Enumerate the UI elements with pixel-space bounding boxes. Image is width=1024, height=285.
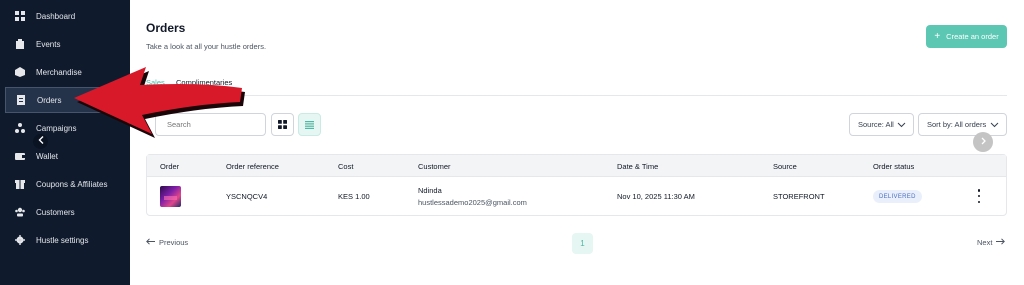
table-header: Order Order reference Cost Customer Date… (147, 155, 1006, 177)
search-input[interactable] (167, 120, 257, 129)
source-filter-value: Source: All (858, 120, 894, 129)
column-header: Cost (338, 162, 354, 171)
chevron-left-icon (38, 136, 44, 147)
source-filter-select[interactable]: Source: All (849, 113, 914, 136)
sidebar-item-label: Merchandise (36, 67, 82, 77)
sidebar-item-dashboard[interactable]: Dashboard (5, 3, 129, 29)
order-reference: YSCNQCV4 (226, 192, 268, 201)
sidebar-item-label: Hustle settings (36, 235, 89, 245)
chevron-right-icon (981, 137, 986, 148)
main-content: Orders Take a look at all your hustle or… (130, 0, 1024, 285)
sort-filter-value: Sort by: All orders (927, 120, 987, 129)
settings-icon (15, 235, 25, 245)
sidebar-item-hustle-settings[interactable]: Hustle settings (5, 227, 129, 253)
orders-table: Order Order reference Cost Customer Date… (146, 154, 1007, 216)
campaigns-icon (15, 123, 25, 133)
grid-icon (278, 116, 287, 134)
sidebar-item-label: Events (36, 39, 61, 49)
grid-view-button[interactable] (271, 113, 294, 136)
sort-filter-select[interactable]: Sort by: All orders (918, 113, 1007, 136)
column-header: Date & Time (617, 162, 659, 171)
customers-icon (15, 207, 25, 217)
tabs-divider (146, 95, 1007, 96)
list-icon (305, 116, 314, 134)
page-subtitle: Take a look at all your hustle orders. (146, 42, 267, 51)
sidebar-item-label: Wallet (36, 151, 58, 161)
order-source: STOREFRONT (773, 192, 825, 201)
coupons-icon (15, 179, 25, 189)
order-datetime: Nov 10, 2025 11:30 AM (617, 192, 695, 201)
sidebar-item-label: Campaigns (36, 123, 77, 133)
sidebar-item-campaigns[interactable]: Campaigns (5, 115, 129, 141)
page-1-button[interactable]: 1 (572, 233, 593, 254)
customer-name: Ndinda (418, 186, 442, 195)
search-box (155, 113, 266, 136)
next-page-button[interactable]: Next (977, 238, 1006, 247)
list-view-button[interactable] (298, 113, 321, 136)
column-header: Order status (873, 162, 915, 171)
tab-sales[interactable]: Sales (146, 78, 165, 87)
column-header: Order reference (226, 162, 279, 171)
merchandise-icon (15, 67, 25, 77)
page-title: Orders (146, 21, 186, 35)
sidebar-item-coupons-affiliates[interactable]: Coupons & Affiliates (5, 171, 129, 197)
column-header: Customer (418, 162, 451, 171)
sidebar: Dashboard Events Merchandise Orders Camp… (0, 0, 130, 285)
next-label: Next (977, 238, 993, 247)
wallet-icon (15, 151, 25, 161)
plus-icon: + (934, 31, 941, 42)
create-order-label: Create an order (946, 32, 999, 41)
orders-icon (16, 95, 26, 105)
create-order-button[interactable]: + Create an order (926, 25, 1007, 48)
table-row[interactable]: YSCNQCV4 KES 1.00 Ndinda hustlessademo20… (147, 177, 1006, 215)
customer-email: hustlessademo2025@gmail.com (418, 198, 527, 207)
chevron-down-icon (990, 120, 999, 131)
arrow-left-icon (146, 238, 155, 247)
order-cost: KES 1.00 (338, 192, 370, 201)
sidebar-item-wallet[interactable]: Wallet (5, 143, 129, 169)
sidebar-item-merchandise[interactable]: Merchandise (5, 59, 129, 85)
sidebar-item-label: Dashboard (36, 11, 76, 21)
scroll-right-button[interactable] (973, 132, 993, 152)
arrow-right-icon (996, 238, 1006, 247)
previous-page-button[interactable]: Previous (146, 238, 188, 247)
sidebar-item-customers[interactable]: Customers (5, 199, 129, 225)
status-badge: DELIVERED (873, 190, 922, 203)
sidebar-item-events[interactable]: Events (5, 31, 129, 57)
order-thumbnail (160, 186, 181, 207)
previous-label: Previous (159, 238, 189, 247)
more-options-icon[interactable] (976, 189, 982, 203)
chevron-down-icon (897, 120, 906, 131)
dashboard-icon (15, 11, 25, 21)
events-icon (15, 39, 25, 49)
sidebar-item-label: Orders (37, 95, 62, 105)
sidebar-collapse-button[interactable] (33, 134, 48, 149)
column-header: Order (160, 162, 180, 171)
sidebar-item-orders[interactable]: Orders (5, 87, 129, 113)
tab-complimentaries[interactable]: Complimentaries (176, 78, 232, 87)
sidebar-item-label: Customers (36, 207, 75, 217)
column-header: Source (773, 162, 797, 171)
sidebar-item-label: Coupons & Affiliates (36, 179, 108, 189)
